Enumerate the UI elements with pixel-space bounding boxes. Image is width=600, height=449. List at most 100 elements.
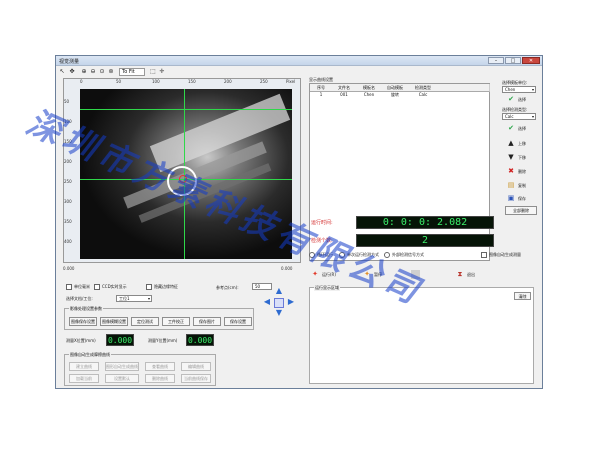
table-header[interactable]: 模板名 bbox=[356, 84, 383, 92]
ruler-unit: Pixel bbox=[286, 79, 296, 84]
save-settings-button[interactable]: 保存设置 bbox=[224, 317, 252, 326]
auto-measure-checkbox[interactable]: 图像自动生成测量 bbox=[481, 252, 521, 258]
ruler-tick: 350 bbox=[64, 219, 72, 224]
image-settings-group: 影像处理设置参数 图像保存设置 图像模糊设置 定位测试 工件校正 保存图片 保存… bbox=[64, 306, 254, 330]
center-button[interactable] bbox=[274, 298, 284, 308]
button-label: 选择 bbox=[518, 97, 526, 102]
roi-select-icon[interactable]: ⬚ bbox=[149, 68, 157, 76]
ruler-tick: 50 bbox=[64, 99, 70, 104]
button-label: 删除 bbox=[518, 169, 526, 174]
save-image-button[interactable]: 保存图片 bbox=[193, 317, 221, 326]
image-blur-button[interactable]: 图像模糊设置 bbox=[100, 317, 128, 326]
checkbox-box[interactable] bbox=[481, 252, 487, 258]
checkbox-label: 隐藏边缘特征 bbox=[154, 284, 178, 289]
copy-button[interactable]: ▤ 复制 bbox=[505, 180, 535, 191]
load-current-button[interactable]: 加载当前 bbox=[69, 374, 99, 383]
delete-all-button[interactable]: 全部删除 bbox=[505, 206, 537, 215]
table-cell[interactable]: Chen bbox=[356, 92, 382, 98]
zoom-in-icon[interactable]: ⊕ bbox=[80, 68, 88, 76]
triangle-down-icon: ▼ bbox=[508, 153, 514, 161]
button-label: 复制 bbox=[518, 183, 526, 188]
reference-point-input[interactable]: 50 bbox=[252, 283, 272, 290]
crosshair-icon[interactable]: ✛ bbox=[158, 68, 166, 76]
measure-y-display: 0.000 bbox=[186, 334, 214, 346]
move-up-button[interactable]: ▲ 上移 bbox=[505, 138, 535, 149]
select-type-button[interactable]: ✔ 选择 bbox=[505, 123, 535, 134]
pan-icon[interactable]: ✥ bbox=[68, 68, 76, 76]
set-default-button[interactable]: 设置默认 bbox=[105, 374, 139, 383]
minimize-button[interactable]: – bbox=[488, 57, 504, 64]
arrow-left-icon[interactable]: ◀ bbox=[262, 298, 272, 308]
checkbox-box[interactable] bbox=[66, 284, 72, 290]
edit-curve-button[interactable]: 编辑曲线 bbox=[181, 362, 211, 371]
ruler-tick: 200 bbox=[224, 79, 232, 84]
table-header[interactable]: 文件名 bbox=[332, 84, 357, 92]
save-button[interactable]: ▣ 保存 bbox=[505, 193, 535, 204]
measure-x-label: 测量X位置(mm) bbox=[66, 338, 96, 343]
locate-test-button[interactable]: 定位测试 bbox=[131, 317, 159, 326]
hourglass-icon: ⧗ bbox=[457, 270, 463, 278]
reference-point-label: 参考点(cm): bbox=[216, 285, 239, 290]
ruler-tick: 150 bbox=[188, 79, 196, 84]
zoom-out-icon[interactable]: ⊖ bbox=[89, 68, 97, 76]
ruler-tick: 250 bbox=[260, 79, 268, 84]
template-unit-value: Chen bbox=[505, 87, 516, 92]
reference-line bbox=[80, 109, 292, 110]
template-unit-select[interactable]: Chen ▾ bbox=[502, 86, 536, 93]
folder-icon: ▤ bbox=[507, 181, 515, 189]
zoom-reset-icon[interactable]: ⊚ bbox=[107, 68, 115, 76]
check-icon: ✔ bbox=[508, 124, 514, 132]
button-label: 保存 bbox=[518, 196, 526, 201]
table-header[interactable]: 检测类型 bbox=[408, 84, 439, 92]
unit-checkbox[interactable]: 单位毫米 bbox=[66, 284, 90, 290]
table-cell[interactable]: 001 bbox=[332, 92, 356, 98]
save-icon: ▣ bbox=[507, 194, 515, 202]
measure-y-label: 测量Y位置(mm) bbox=[148, 338, 178, 343]
view-curve-button[interactable]: 查看曲线 bbox=[145, 362, 175, 371]
table-header[interactable]: 序号 bbox=[310, 84, 333, 92]
image-save-button[interactable]: 图像保存设置 bbox=[69, 317, 97, 326]
table-header[interactable]: 自动模板 bbox=[382, 84, 409, 92]
measure-x-display: 0.000 bbox=[106, 334, 134, 346]
coord-x: 0.000 bbox=[63, 266, 75, 271]
log-area[interactable]: 运行显示区域 清除 bbox=[309, 285, 534, 384]
checkbox-box[interactable] bbox=[146, 284, 152, 290]
station-select[interactable]: 工位1 ▾ bbox=[116, 295, 152, 302]
station-label: 选择文档/工位: bbox=[66, 296, 93, 301]
hide-edge-checkbox[interactable]: 隐藏边缘特征 bbox=[146, 284, 178, 290]
checkbox-label: 图像自动生成测量 bbox=[489, 252, 521, 257]
maximize-button[interactable]: □ bbox=[505, 57, 521, 64]
button-label: 下移 bbox=[518, 155, 526, 160]
move-down-button[interactable]: ▼ 下移 bbox=[505, 152, 535, 163]
close-button[interactable]: ✕ bbox=[522, 57, 540, 64]
horizontal-ruler: 0 50 100 150 200 250 Pixel bbox=[80, 79, 300, 85]
group-title: 图像自动生成摩擦曲线 bbox=[69, 352, 111, 358]
delete-button[interactable]: ✖ 删除 bbox=[505, 166, 535, 177]
checkbox-box[interactable] bbox=[94, 284, 100, 290]
checkbox-label: CCD实时显示 bbox=[102, 284, 127, 289]
zoom-select[interactable]: To Fit bbox=[119, 68, 145, 76]
table-cell[interactable]: 旋转 bbox=[382, 92, 408, 98]
arrow-down-icon[interactable]: ▼ bbox=[274, 309, 284, 319]
create-curve-button[interactable]: 建立曲线 bbox=[69, 362, 99, 371]
check-icon: ✔ bbox=[508, 95, 514, 103]
detect-type-select[interactable]: Calc ▾ bbox=[502, 113, 536, 120]
ccd-display-checkbox[interactable]: CCD实时显示 bbox=[94, 284, 127, 290]
exit-button[interactable]: ⧗ 退出 bbox=[454, 269, 490, 280]
clear-log-button[interactable]: 清除 bbox=[514, 292, 531, 300]
table-cell[interactable]: 1 bbox=[310, 92, 332, 98]
part-calibrate-button[interactable]: 工件校正 bbox=[162, 317, 190, 326]
pointer-icon[interactable]: ↖ bbox=[58, 68, 66, 76]
table-cell[interactable]: Calc bbox=[408, 92, 438, 98]
arrow-right-icon[interactable]: ▶ bbox=[286, 298, 296, 308]
title-bar: 视觉测量 – □ ✕ bbox=[56, 56, 542, 66]
delete-curve-button[interactable]: 删除曲线 bbox=[145, 374, 175, 383]
arrow-up-icon[interactable]: ▲ bbox=[274, 287, 284, 297]
curve-generation-group: 图像自动生成摩擦曲线 建立曲线 图形自动生成曲线 查看曲线 编辑曲线 加载当前 … bbox=[64, 352, 216, 386]
select-template-button[interactable]: ✔ 选择 bbox=[505, 94, 535, 105]
table-header-empty bbox=[438, 84, 490, 92]
auto-curve-button[interactable]: 图形自动生成曲线 bbox=[105, 362, 139, 371]
zoom-fit-icon[interactable]: ⊙ bbox=[98, 68, 106, 76]
save-curve-button[interactable]: 当前曲线保存 bbox=[181, 374, 211, 383]
button-label: 选择 bbox=[518, 126, 526, 131]
